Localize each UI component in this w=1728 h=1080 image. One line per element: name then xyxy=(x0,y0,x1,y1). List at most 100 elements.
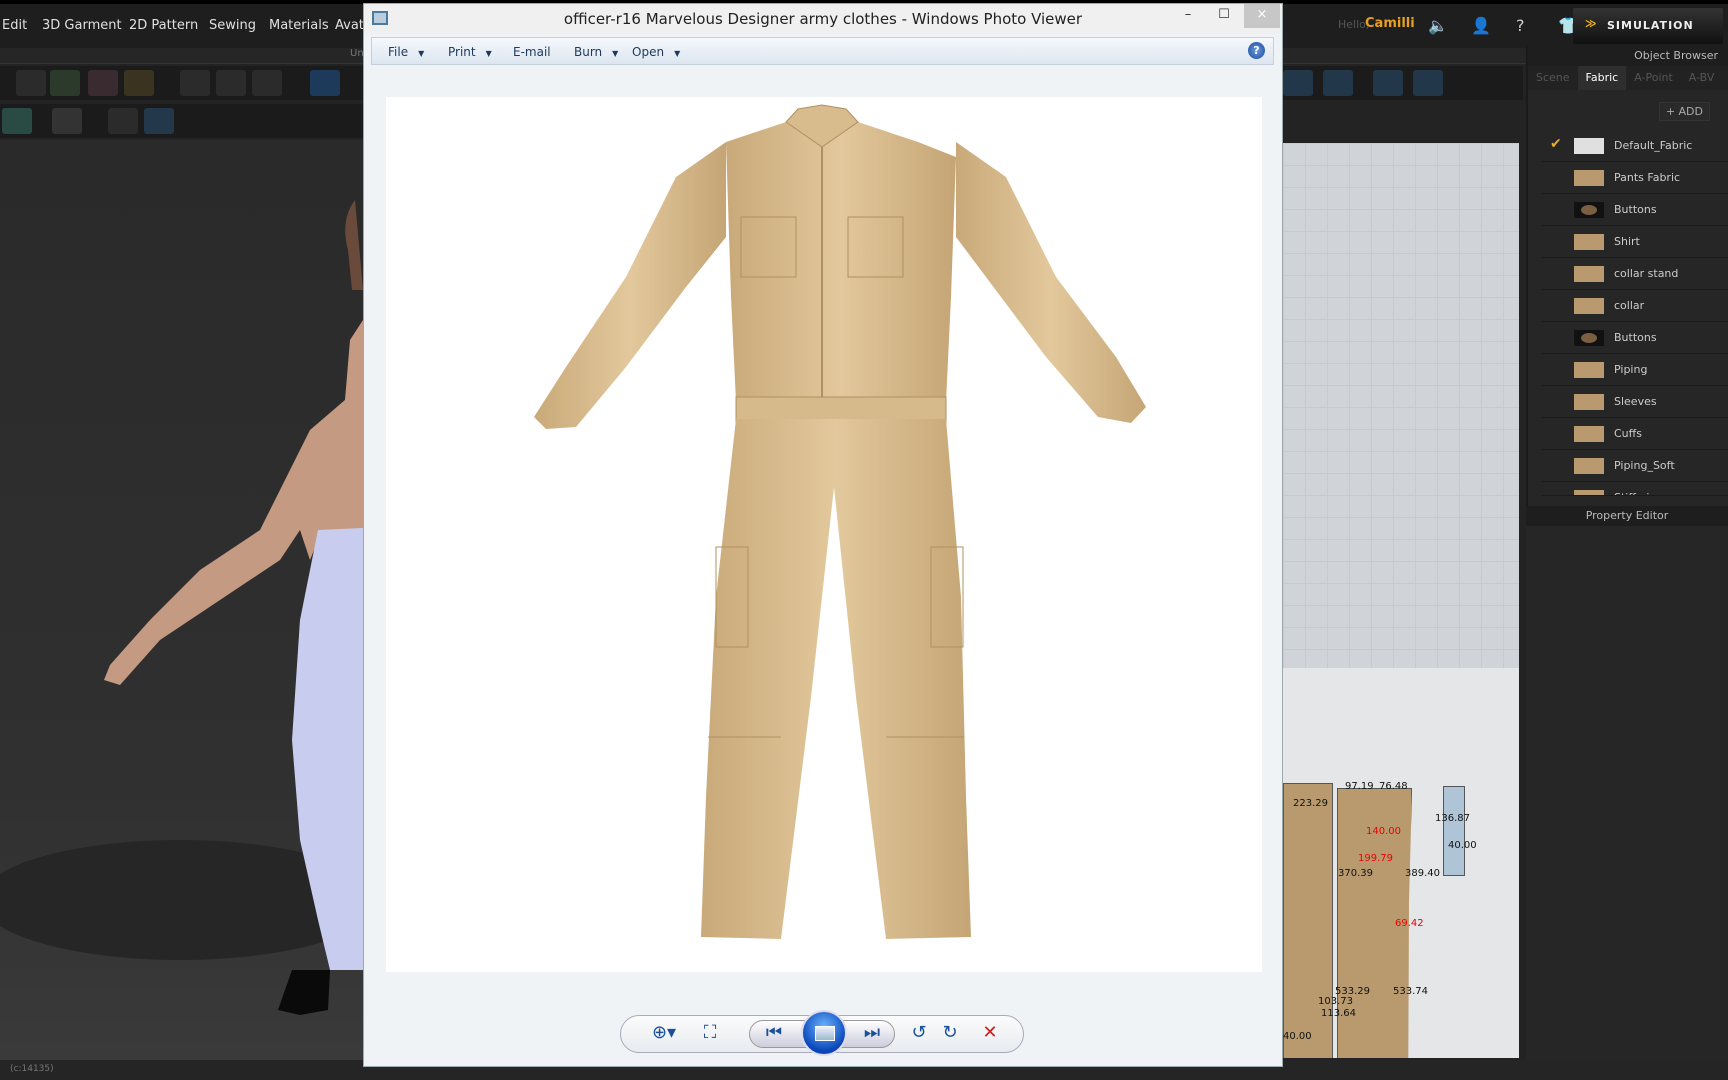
print-menu[interactable]: Print ▼ xyxy=(448,45,492,59)
fabric-swatch xyxy=(1574,266,1604,282)
pin-icon[interactable] xyxy=(180,70,210,96)
simulation-button[interactable]: ≫ SIMULATION xyxy=(1573,8,1723,44)
viewer-titlebar: officer-r16 Marvelous Designer army clot… xyxy=(364,4,1282,34)
fabric-swatch xyxy=(1574,234,1604,250)
3d-viewport[interactable] xyxy=(0,140,380,1060)
menu-2d-pattern[interactable]: 2D Pattern xyxy=(129,18,198,33)
simulation-label: SIMULATION xyxy=(1607,19,1694,32)
garment-view-icon[interactable] xyxy=(310,70,340,96)
fabric-swatch xyxy=(1574,458,1604,474)
fabric-name: collar xyxy=(1614,299,1645,312)
fold-icon[interactable] xyxy=(124,70,154,96)
fabric-swatch xyxy=(1574,298,1604,314)
pattern-label: 370.39 xyxy=(1338,868,1373,879)
sew-free-icon[interactable] xyxy=(1413,70,1443,96)
fabric-item[interactable]: Shirt xyxy=(1542,226,1728,258)
pin-fabric-icon[interactable] xyxy=(216,70,246,96)
subbar-text: Un xyxy=(350,48,364,59)
flatten-icon[interactable] xyxy=(52,108,82,134)
next-icon[interactable]: ⏭ xyxy=(859,1022,885,1043)
dropdown-arrow-icon: ▼ xyxy=(674,49,681,58)
photo-viewer-window: officer-r16 Marvelous Designer army clot… xyxy=(363,3,1283,1067)
fabric-swatch xyxy=(1574,202,1604,218)
burn-menu[interactable]: Burn ▼ xyxy=(574,45,618,59)
photo-display xyxy=(386,97,1262,972)
tab-a-point[interactable]: A-Point xyxy=(1626,66,1681,90)
fabric-item[interactable]: Stiff piece on shoulder xyxy=(1542,482,1728,496)
segment-icon[interactable] xyxy=(1323,70,1353,96)
pattern-label: 223.29 xyxy=(1293,798,1328,809)
actual-size-icon[interactable]: ⛶ xyxy=(697,1022,723,1043)
fabric-item[interactable]: Buttons xyxy=(1542,194,1728,226)
property-editor-title: Property Editor xyxy=(1526,506,1728,526)
fabric-item[interactable]: Cuffs xyxy=(1542,418,1728,450)
menu-sewing[interactable]: Sewing xyxy=(209,18,256,33)
speaker-icon[interactable]: 🔈 xyxy=(1428,16,1448,35)
fabric-item[interactable]: ✔ Default_Fabric xyxy=(1542,130,1728,162)
pattern-piece-pocket[interactable] xyxy=(1443,786,1465,876)
minimize-button[interactable]: – xyxy=(1170,4,1206,28)
pattern-select-icon[interactable] xyxy=(1283,70,1313,96)
rotate-clockwise-icon[interactable]: ↻ xyxy=(937,1022,963,1043)
zoom-icon[interactable]: ⊕▾ xyxy=(651,1022,677,1043)
previous-icon[interactable]: ⏮ xyxy=(761,1022,787,1043)
rotate-counterclockwise-icon[interactable]: ↺ xyxy=(906,1022,932,1043)
garment-render-image xyxy=(534,104,1146,939)
fabric-swatch xyxy=(1574,490,1604,495)
user-name[interactable]: Camilli xyxy=(1365,16,1415,31)
user-icon[interactable]: 👤 xyxy=(1471,16,1491,35)
select-pattern-icon[interactable] xyxy=(108,108,138,134)
fabric-item[interactable]: Buttons xyxy=(1542,322,1728,354)
toolbar-2d xyxy=(1283,66,1523,100)
fabric-item[interactable]: Pants Fabric xyxy=(1542,162,1728,194)
pin-avatar-icon[interactable] xyxy=(252,70,282,96)
add-fabric-button[interactable]: + ADD xyxy=(1658,102,1710,121)
fabric-item[interactable]: Sleeves xyxy=(1542,386,1728,418)
close-button[interactable]: × xyxy=(1244,4,1280,28)
fabric-item[interactable]: collar xyxy=(1542,290,1728,322)
fabric-swatch xyxy=(1574,170,1604,186)
menu-3d-garment[interactable]: 3D Garment xyxy=(42,18,122,33)
fabric-swatch xyxy=(1574,138,1604,154)
maximize-button[interactable]: ☐ xyxy=(1206,4,1242,28)
delete-icon[interactable]: ✕ xyxy=(977,1022,1003,1043)
fabric-swatch xyxy=(1574,426,1604,442)
fabric-item[interactable]: Piping xyxy=(1542,354,1728,386)
fabric-item[interactable]: Piping_Soft xyxy=(1542,450,1728,482)
tab-a-bv[interactable]: A-BV xyxy=(1681,66,1723,90)
dropdown-arrow-icon: ▼ xyxy=(612,49,619,58)
add-garment-icon[interactable] xyxy=(50,70,80,96)
2d-pattern-window[interactable]: 97.19 76.48 223.29 140.00 199.79 370.39 … xyxy=(1283,143,1519,1058)
sew-icon[interactable] xyxy=(1373,70,1403,96)
email-label: E-mail xyxy=(513,45,551,59)
pattern-label: 103.73 xyxy=(1318,996,1353,1007)
fabric-name: Stiff piece on shoulder xyxy=(1614,491,1728,495)
print-label: Print xyxy=(448,45,476,59)
help-button[interactable]: ? xyxy=(1248,42,1265,59)
tab-scene[interactable]: Scene xyxy=(1528,66,1578,90)
toolbar-3d-secondary xyxy=(0,104,363,138)
menu-edit[interactable]: Edit xyxy=(2,18,27,33)
texture-icon[interactable] xyxy=(2,108,32,134)
file-menu[interactable]: File ▼ xyxy=(388,45,424,59)
slideshow-button[interactable] xyxy=(801,1010,847,1056)
menu-materials[interactable]: Materials xyxy=(269,18,329,33)
photo-viewer-icon xyxy=(372,11,388,25)
select-move-icon[interactable] xyxy=(16,70,46,96)
fabric-name: Default_Fabric xyxy=(1614,139,1693,152)
fabric-name: Cuffs xyxy=(1614,427,1642,440)
email-button[interactable]: E-mail xyxy=(513,45,551,59)
dropdown-arrow-icon: ▼ xyxy=(418,49,425,58)
help-icon[interactable]: ? xyxy=(1516,16,1525,35)
pattern-label: 113.64 xyxy=(1321,1008,1356,1019)
burn-label: Burn xyxy=(574,45,603,59)
dropdown-arrow-icon: ▼ xyxy=(485,49,492,58)
status-text: (c:14135) xyxy=(10,1064,54,1074)
pattern-label: 40.00 xyxy=(1448,840,1477,851)
open-menu[interactable]: Open ▼ xyxy=(632,45,680,59)
fabric-item[interactable]: collar stand xyxy=(1542,258,1728,290)
remove-garment-icon[interactable] xyxy=(88,70,118,96)
pattern-tool-icon[interactable] xyxy=(144,108,174,134)
tab-fabric[interactable]: Fabric xyxy=(1577,66,1627,90)
fabric-swatch xyxy=(1574,362,1604,378)
